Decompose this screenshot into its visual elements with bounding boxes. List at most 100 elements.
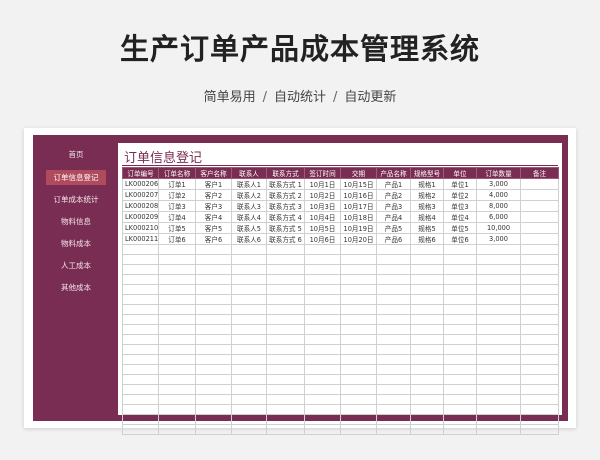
- table-cell[interactable]: [376, 394, 411, 405]
- table-cell[interactable]: [122, 374, 159, 385]
- table-cell[interactable]: [158, 364, 196, 375]
- table-cell[interactable]: [476, 424, 521, 435]
- table-cell[interactable]: [340, 344, 377, 355]
- table-cell[interactable]: [158, 394, 196, 405]
- table-cell[interactable]: [304, 274, 341, 285]
- table-cell[interactable]: 10月4日: [304, 211, 341, 223]
- table-cell[interactable]: [340, 304, 377, 315]
- table-cell[interactable]: [520, 324, 559, 335]
- sidebar-item-material-info[interactable]: 物料信息: [46, 214, 106, 229]
- table-cell[interactable]: [520, 254, 559, 265]
- table-cell[interactable]: [231, 274, 267, 285]
- table-cell[interactable]: [122, 384, 159, 395]
- empty-table-row[interactable]: [122, 344, 559, 355]
- table-cell[interactable]: [158, 314, 196, 325]
- table-cell[interactable]: [443, 274, 477, 285]
- table-cell[interactable]: [304, 244, 341, 255]
- table-cell[interactable]: 产品6: [376, 233, 411, 245]
- table-cell[interactable]: [410, 314, 444, 325]
- table-cell[interactable]: [520, 384, 559, 395]
- table-cell[interactable]: [195, 314, 232, 325]
- table-cell[interactable]: 订单5: [158, 222, 196, 234]
- table-cell[interactable]: [443, 424, 477, 435]
- table-cell[interactable]: 订单2: [158, 189, 196, 201]
- table-cell[interactable]: [410, 384, 444, 395]
- table-cell[interactable]: 订单1: [158, 178, 196, 190]
- table-cell[interactable]: [304, 374, 341, 385]
- table-cell[interactable]: 规格3: [410, 200, 444, 212]
- table-cell[interactable]: [476, 284, 521, 295]
- table-cell[interactable]: [443, 364, 477, 375]
- table-cell[interactable]: LK000207: [122, 189, 159, 201]
- table-cell[interactable]: [520, 344, 559, 355]
- table-cell[interactable]: [158, 264, 196, 275]
- table-cell[interactable]: [266, 274, 305, 285]
- empty-table-row[interactable]: [122, 374, 559, 385]
- table-cell[interactable]: [266, 344, 305, 355]
- table-cell[interactable]: [195, 254, 232, 265]
- table-cell[interactable]: [520, 244, 559, 255]
- table-cell[interactable]: [158, 404, 196, 415]
- table-cell[interactable]: [304, 364, 341, 375]
- table-cell[interactable]: 客户5: [195, 222, 232, 234]
- table-cell[interactable]: [443, 244, 477, 255]
- table-cell[interactable]: [376, 374, 411, 385]
- table-cell[interactable]: [304, 404, 341, 415]
- table-cell[interactable]: [520, 222, 559, 234]
- table-cell[interactable]: [304, 324, 341, 335]
- table-cell[interactable]: [122, 414, 159, 425]
- table-cell[interactable]: [476, 364, 521, 375]
- table-cell[interactable]: [158, 374, 196, 385]
- table-cell[interactable]: [443, 264, 477, 275]
- table-cell[interactable]: 联系方式 3: [266, 200, 305, 212]
- table-cell[interactable]: 联系人2: [231, 189, 267, 201]
- table-cell[interactable]: [195, 334, 232, 345]
- table-cell[interactable]: [376, 244, 411, 255]
- table-cell[interactable]: [195, 404, 232, 415]
- table-cell[interactable]: [520, 294, 559, 305]
- table-cell[interactable]: [195, 264, 232, 275]
- table-cell[interactable]: [122, 354, 159, 365]
- table-cell[interactable]: [195, 394, 232, 405]
- table-cell[interactable]: 产品4: [376, 211, 411, 223]
- table-cell[interactable]: [195, 274, 232, 285]
- table-cell[interactable]: LK000211: [122, 233, 159, 245]
- table-cell[interactable]: [376, 344, 411, 355]
- table-cell[interactable]: 单位3: [443, 200, 477, 212]
- table-cell[interactable]: [443, 414, 477, 425]
- table-cell[interactable]: [195, 414, 232, 425]
- table-cell[interactable]: [340, 384, 377, 395]
- table-cell[interactable]: [376, 294, 411, 305]
- table-cell[interactable]: [266, 414, 305, 425]
- table-cell[interactable]: 10月5日: [304, 222, 341, 234]
- table-cell[interactable]: [266, 264, 305, 275]
- table-cell[interactable]: [231, 384, 267, 395]
- table-cell[interactable]: [158, 304, 196, 315]
- table-cell[interactable]: 联系方式 1: [266, 178, 305, 190]
- empty-table-row[interactable]: [122, 384, 559, 395]
- table-cell[interactable]: [443, 254, 477, 265]
- table-cell[interactable]: [520, 354, 559, 365]
- table-cell[interactable]: [520, 364, 559, 375]
- table-cell[interactable]: [304, 344, 341, 355]
- table-cell[interactable]: [158, 274, 196, 285]
- table-cell[interactable]: [304, 354, 341, 365]
- table-cell[interactable]: [340, 324, 377, 335]
- sidebar-item-home[interactable]: 首页: [46, 147, 106, 162]
- empty-table-row[interactable]: [122, 304, 559, 315]
- table-cell[interactable]: [266, 404, 305, 415]
- empty-table-row[interactable]: [122, 244, 559, 255]
- table-cell[interactable]: [231, 244, 267, 255]
- table-cell[interactable]: 客户1: [195, 178, 232, 190]
- table-cell[interactable]: [304, 424, 341, 435]
- table-cell[interactable]: [376, 384, 411, 395]
- table-cell[interactable]: [195, 424, 232, 435]
- table-cell[interactable]: [376, 264, 411, 275]
- table-cell[interactable]: [443, 354, 477, 365]
- table-cell[interactable]: [122, 404, 159, 415]
- table-cell[interactable]: [231, 314, 267, 325]
- table-cell[interactable]: [122, 324, 159, 335]
- table-cell[interactable]: [122, 334, 159, 345]
- table-cell[interactable]: 订单3: [158, 200, 196, 212]
- table-cell[interactable]: [520, 304, 559, 315]
